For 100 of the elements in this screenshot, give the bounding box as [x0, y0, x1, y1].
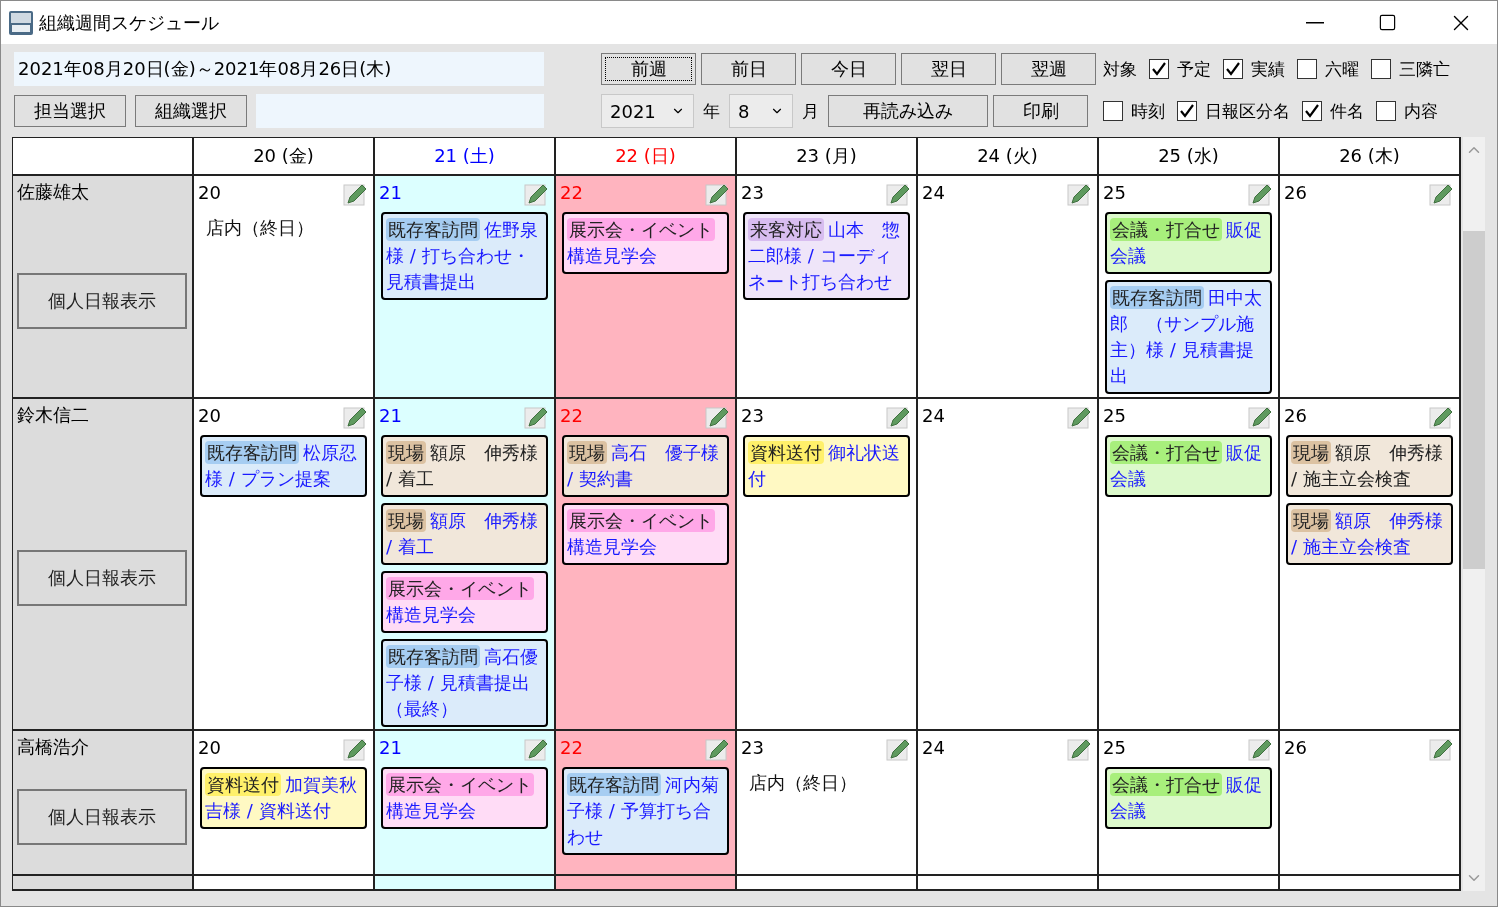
- day-header: 20 (金): [194, 138, 375, 176]
- nav-button[interactable]: 前日: [701, 53, 796, 85]
- schedule-entry[interactable]: 現場 額原 伸秀様 / 着工: [381, 503, 548, 565]
- pencil-icon[interactable]: [1429, 405, 1453, 429]
- nav-button[interactable]: 今日: [801, 53, 896, 85]
- schedule-entry[interactable]: 資料送付 御礼状送付: [743, 435, 910, 497]
- checkbox[interactable]: [1297, 59, 1317, 79]
- day-number: 25: [1103, 737, 1126, 758]
- day-header: 22 (日): [556, 138, 737, 176]
- schedule-entry[interactable]: 既存客訪問 河内菊子様 / 予算打ち合わせ: [562, 767, 729, 855]
- day-number: 20: [198, 405, 221, 426]
- pencil-icon[interactable]: [886, 737, 910, 761]
- day-header: 21 (土): [375, 138, 556, 176]
- day-number: 24: [922, 182, 945, 203]
- schedule-entry[interactable]: 現場 額原 伸秀様 / 着工: [381, 435, 548, 497]
- schedule-entry[interactable]: 展示会・イベント 構造見学会: [562, 503, 729, 565]
- day-number: 22: [560, 737, 583, 758]
- pencil-icon[interactable]: [524, 182, 548, 206]
- pencil-icon[interactable]: [886, 182, 910, 206]
- schedule-entry[interactable]: 会議・打合せ 販促会議: [1105, 767, 1272, 829]
- scrollbar-thumb[interactable]: [1463, 231, 1485, 569]
- schedule-entry[interactable]: 資料送付 加賀美秋吉様 / 資料送付: [200, 767, 367, 829]
- pencil-icon[interactable]: [1248, 405, 1272, 429]
- pencil-icon[interactable]: [343, 737, 367, 761]
- checkbox[interactable]: [1371, 59, 1391, 79]
- app-logo-icon: [9, 10, 33, 35]
- checkbox[interactable]: [1302, 101, 1322, 121]
- schedule-entry[interactable]: 展示会・イベント 構造見学会: [562, 212, 729, 274]
- pencil-icon[interactable]: [343, 405, 367, 429]
- nav-button[interactable]: 翌日: [901, 53, 996, 85]
- schedule-entry[interactable]: 既存客訪問 佐野泉様 / 打ち合わせ・見積書提出: [381, 212, 548, 300]
- month-label: 月: [802, 99, 819, 123]
- checkbox-label: 予定: [1177, 57, 1211, 81]
- day-header: 24 (火): [918, 138, 1099, 176]
- day-number: 26: [1284, 737, 1307, 758]
- checkbox[interactable]: [1103, 101, 1123, 121]
- schedule-entry[interactable]: 既存客訪問 田中太郎 （サンプル施主）様 / 見積書提出: [1105, 280, 1272, 394]
- reload-button[interactable]: 再読み込み: [828, 95, 988, 127]
- checkbox-label: 内容: [1404, 99, 1438, 123]
- schedule-entry[interactable]: 既存客訪問 松原忍様 / プラン提案: [200, 435, 367, 497]
- day-number: 20: [198, 737, 221, 758]
- pencil-icon[interactable]: [886, 405, 910, 429]
- day-number: 24: [922, 737, 945, 758]
- nav-button[interactable]: 翌週: [1001, 53, 1096, 85]
- staff-name: 鈴木信二: [17, 403, 89, 427]
- schedule-entry[interactable]: 来客対応 山本 惣二郎様 / コーディネート打ち合わせ: [743, 212, 910, 300]
- nav-button[interactable]: 前週: [601, 53, 696, 85]
- org-select-button[interactable]: 組織選択: [135, 95, 247, 127]
- checkbox-label: 時刻: [1131, 99, 1165, 123]
- checkbox-label: 六曜: [1325, 57, 1359, 81]
- target-label: 対象: [1103, 57, 1137, 81]
- checkbox-label: 実績: [1251, 57, 1285, 81]
- pencil-icon[interactable]: [1429, 737, 1453, 761]
- pencil-icon[interactable]: [1248, 737, 1272, 761]
- day-number: 26: [1284, 405, 1307, 426]
- pencil-icon[interactable]: [524, 405, 548, 429]
- checkbox[interactable]: [1223, 59, 1243, 79]
- schedule-note: 店内（終日）: [748, 771, 857, 795]
- daily-report-button[interactable]: 個人日報表示: [17, 272, 187, 329]
- scrollbar[interactable]: [1463, 137, 1485, 891]
- checkbox-label: 件名: [1330, 99, 1364, 123]
- pencil-icon[interactable]: [705, 737, 729, 761]
- pencil-icon[interactable]: [1067, 182, 1091, 206]
- day-number: 22: [560, 182, 583, 203]
- schedule-entry[interactable]: 現場 高石 優子様 / 契約書: [562, 435, 729, 497]
- day-header: 25 (水): [1099, 138, 1280, 176]
- pencil-icon[interactable]: [524, 737, 548, 761]
- day-number: 20: [198, 182, 221, 203]
- day-number: 25: [1103, 182, 1126, 203]
- org-field[interactable]: [256, 94, 544, 128]
- pencil-icon[interactable]: [343, 182, 367, 206]
- schedule-entry[interactable]: 現場 額原 伸秀様 / 施主立会検査: [1286, 435, 1453, 497]
- schedule-entry[interactable]: 現場 額原 伸秀様 / 施主立会検査: [1286, 503, 1453, 565]
- checkbox[interactable]: [1376, 101, 1396, 121]
- daily-report-button[interactable]: 個人日報表示: [17, 788, 187, 845]
- day-header: 23 (月): [737, 138, 918, 176]
- schedule-entry[interactable]: 展示会・イベント 構造見学会: [381, 571, 548, 633]
- staff-name: 高橋浩介: [17, 735, 89, 759]
- date-range-field[interactable]: 2021年08月20日(金)～2021年08月26日(木): [14, 52, 544, 86]
- checkbox[interactable]: [1177, 101, 1197, 121]
- pencil-icon[interactable]: [1067, 405, 1091, 429]
- daily-report-button[interactable]: 個人日報表示: [17, 550, 187, 606]
- schedule-entry[interactable]: 会議・打合せ 販促会議: [1105, 212, 1272, 274]
- pencil-icon[interactable]: [705, 405, 729, 429]
- schedule-entry[interactable]: 会議・打合せ 販促会議: [1105, 435, 1272, 497]
- day-number: 23: [741, 737, 764, 758]
- year-select[interactable]: 2021: [601, 94, 694, 128]
- day-number: 21: [379, 737, 402, 758]
- pencil-icon[interactable]: [1067, 737, 1091, 761]
- schedule-entry[interactable]: 展示会・イベント 構造見学会: [381, 767, 548, 829]
- day-number: 23: [741, 405, 764, 426]
- print-button[interactable]: 印刷: [993, 95, 1088, 127]
- schedule-entry[interactable]: 既存客訪問 高石優子様 / 見積書提出（最終）: [381, 639, 548, 727]
- checkbox[interactable]: [1149, 59, 1169, 79]
- day-number: 21: [379, 405, 402, 426]
- pencil-icon[interactable]: [1248, 182, 1272, 206]
- pencil-icon[interactable]: [1429, 182, 1453, 206]
- staff-select-button[interactable]: 担当選択: [14, 95, 126, 127]
- month-select[interactable]: 8: [729, 94, 793, 128]
- pencil-icon[interactable]: [705, 182, 729, 206]
